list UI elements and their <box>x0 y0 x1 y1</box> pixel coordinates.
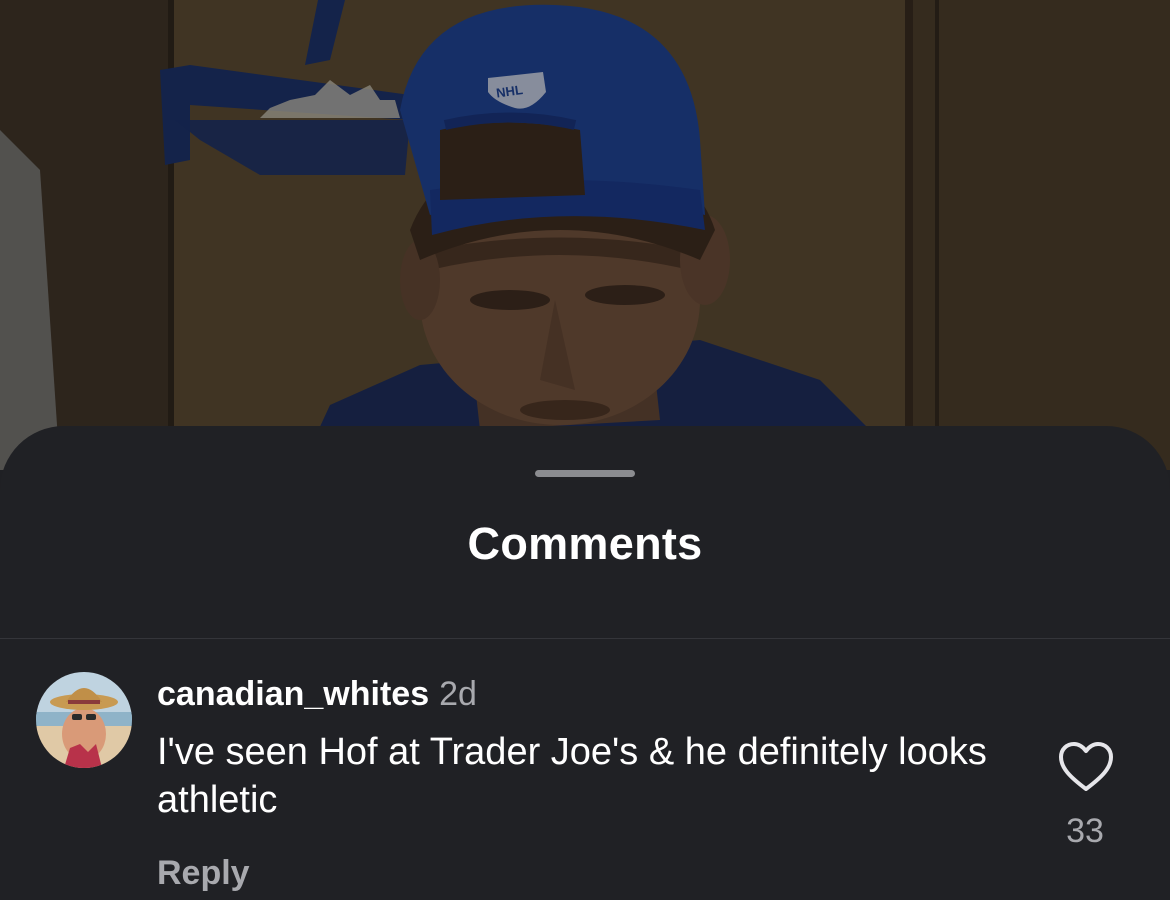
comment-header: canadian_whites 2d <box>157 675 477 714</box>
background-photo: NHL <box>0 0 1170 470</box>
reply-button[interactable]: Reply <box>157 854 250 893</box>
avatar-image <box>36 672 132 768</box>
comment-text: I've seen Hof at Trader Joe's & he defin… <box>157 731 987 821</box>
background-video-frame[interactable]: NHL <box>0 0 1170 470</box>
screen: NHL Comments canadian_whites 2d I've see… <box>0 0 1170 900</box>
sheet-title: Comments <box>467 518 703 569</box>
heart-outline-icon <box>1059 742 1113 791</box>
like-button[interactable] <box>1058 741 1114 793</box>
avatar[interactable] <box>36 672 132 768</box>
like-count: 33 <box>1066 812 1104 850</box>
comments-sheet: Comments canadian_whites 2d I've seen Ho… <box>0 426 1170 900</box>
comment-username[interactable]: canadian_whites <box>157 675 429 713</box>
sheet-grabber-handle[interactable] <box>535 470 635 477</box>
comment-timestamp: 2d <box>439 675 477 713</box>
comment-item: canadian_whites 2d I've seen Hof at Trade… <box>0 639 1170 900</box>
